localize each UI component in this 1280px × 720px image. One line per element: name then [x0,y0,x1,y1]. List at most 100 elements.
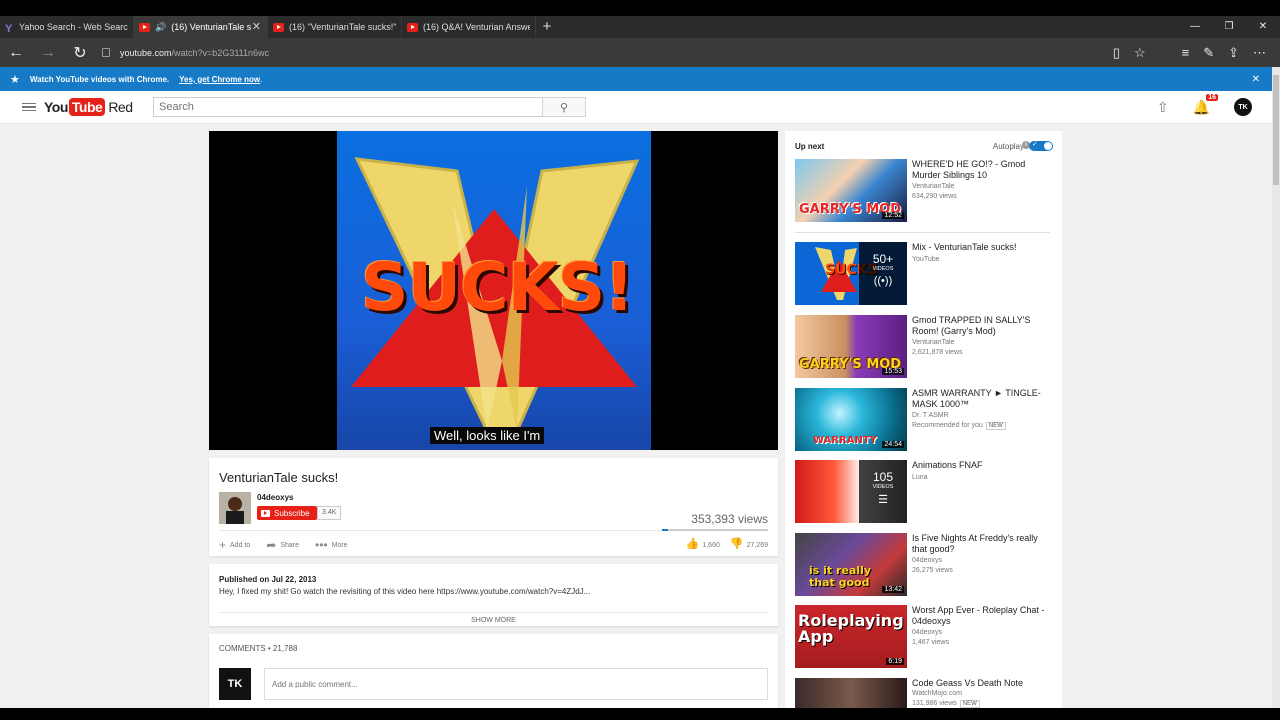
tab-venturiantale-video[interactable]: 🔊 (16) VenturianTale s ✕ [134,16,268,38]
page-scrollbar[interactable] [1272,67,1280,720]
get-chrome-link[interactable]: Yes, get Chrome now [179,75,260,84]
playlist-count: 105 [872,470,894,484]
more-button[interactable]: ••• More [315,538,348,552]
comment-input[interactable] [264,668,768,700]
search-input[interactable] [153,97,543,117]
related-video-item[interactable]: GARRY'S MOD 12:52 WHERE'D HE GO!? - Gmod… [795,159,1050,222]
channel-name[interactable]: 04deoxys [257,493,293,502]
related-channel: VenturianTale [912,339,955,346]
video-description: Hey, I fixed my shit! Go watch the revis… [219,587,591,596]
scrollbar-thumb[interactable] [1273,75,1279,185]
subscribe-label: Subscribe [274,508,310,518]
add-to-button[interactable]: + Add to [219,538,250,552]
reading-view-icon[interactable]: ▯ [1113,45,1120,61]
publish-date: Published on Jul 22, 2013 [219,575,317,584]
related-title[interactable]: Animations FNAF [912,460,1050,471]
address-bar: ← → ↻ youtube.com/watch?v=b2G3111n6wc ▯ … [0,38,1280,67]
youtube-icon [273,22,284,32]
related-video-item[interactable]: is it really that good 13:42 Is Five Nig… [795,533,1050,596]
subscribe-button[interactable]: Subscribe [257,506,317,520]
close-tab-icon[interactable]: ✕ [252,20,261,33]
dislike-button[interactable]: 👎 27,269 [730,537,768,550]
video-thumbnail[interactable]: GARRY'S MOD 15:53 [795,315,907,378]
share-icon[interactable]: ⇪ [1228,45,1239,61]
logo-tube: Tube [68,98,106,116]
url-field[interactable]: youtube.com/watch?v=b2G3111n6wc [102,48,269,58]
video-actions: + Add to ➦ Share ••• More [219,538,348,552]
account-avatar[interactable]: TK [1234,98,1252,116]
related-channel: VenturianTale [912,183,955,190]
search-button[interactable]: ⚲ [542,97,586,117]
more-icon[interactable]: ⋯ [1253,45,1266,61]
hub-icon[interactable]: ≡ [1182,45,1190,61]
related-title[interactable]: Gmod TRAPPED IN SALLY'S Room! (Garry's M… [912,315,1050,337]
description-card: Published on Jul 22, 2013 Hey, I fixed m… [209,564,778,626]
web-note-icon[interactable]: ✎ [1203,45,1214,61]
like-button[interactable]: 👍 1,660 [686,537,720,550]
video-thumbnail[interactable]: GARRY'S MOD 12:52 [795,159,907,222]
minimize-button[interactable]: — [1178,16,1212,38]
refresh-button[interactable]: ↻ [64,43,96,63]
related-video-item[interactable]: GARRY'S MOD 15:53 Gmod TRAPPED IN SALLY'… [795,315,1050,378]
back-button[interactable]: ← [0,44,32,62]
youtube-icon [261,509,270,517]
related-channel: 04deoxys [912,629,942,636]
tab-yahoo-search[interactable]: Y Yahoo Search - Web Search [0,16,134,38]
video-thumbnail[interactable]: WARRANTY 24:54 [795,388,907,451]
tab-venturiantale-sucks[interactable]: (16) "VenturianTale sucks!" ( [268,16,402,38]
related-video-item[interactable]: SUCKS 50+ VIDEOS ((•)) Mix - VenturianTa… [795,242,1050,305]
guide-menu-icon[interactable] [22,102,36,112]
related-video-item[interactable]: Roleplaying App 6:19 Worst App Ever - Ro… [795,605,1050,668]
related-channel: 04deoxys [912,557,942,564]
close-window-button[interactable]: ✕ [1246,16,1280,38]
forward-button[interactable]: → [32,44,64,62]
speaker-icon[interactable]: 🔊 [155,22,166,33]
tab-qa-venturian[interactable]: (16) Q&A! Venturian Answe [402,16,536,38]
toolbar-spacer [1160,45,1168,61]
window-top-edge [0,0,1280,16]
video-thumbnail[interactable]: is it really that good 13:42 [795,533,907,596]
related-title[interactable]: Is Five Nights At Freddy's really that g… [912,533,1050,555]
upload-icon[interactable]: ⇧ [1157,99,1169,116]
youtube-icon [407,22,418,32]
notifications-bell-icon[interactable]: 🔔 16 [1193,93,1218,116]
youtube-header: You Tube Red ⚲ ⇧ 🔔16 TK [0,91,1272,124]
video-thumbnail[interactable]: 105 VIDEOS ☰ [795,460,907,523]
share-button[interactable]: ➦ Share [266,538,299,552]
video-info-card: VenturianTale sucks! 04deoxys Subscribe … [209,458,778,556]
video-thumbnail[interactable]: SUCKS 50+ VIDEOS ((•)) [795,242,907,305]
video-thumbnail[interactable]: Roleplaying App 6:19 [795,605,907,668]
favorite-star-icon[interactable]: ☆ [1134,45,1146,61]
youtube-red-logo[interactable]: You Tube Red [44,98,133,116]
related-video-item[interactable]: Code Geass Vs Death Note WatchMojo.com 1… [795,678,1050,708]
new-badge: NEW [985,422,1006,430]
subscriber-count: 3.4K [317,506,342,520]
related-title[interactable]: WHERE'D HE GO!? - Gmod Murder Siblings 1… [912,159,1050,181]
related-channel: WatchMojo.com [912,690,962,697]
like-ratio-fill [662,529,669,531]
new-tab-button[interactable]: + [536,16,558,38]
related-video-item[interactable]: WARRANTY 24:54 ASMR WARRANTY ► TINGLE-MA… [795,388,1050,451]
tab-title: (16) Q&A! Venturian Answe [423,22,530,32]
related-title[interactable]: Code Geass Vs Death Note [912,678,1050,689]
related-views: 634,290 views [912,193,957,200]
video-player[interactable]: SUCKS! Well, looks like I'm [209,131,778,450]
related-video-item[interactable]: 105 VIDEOS ☰ Animations FNAF Luna [795,460,1050,523]
autoplay-toggle[interactable]: ✓ [1029,141,1053,151]
tab-title: Yahoo Search - Web Search [19,22,128,32]
close-banner-icon[interactable]: ✕ [1252,74,1260,85]
restore-button[interactable]: ❐ [1212,16,1246,38]
window-controls: — ❐ ✕ [1178,16,1280,38]
channel-avatar[interactable] [219,492,251,524]
related-views: 2,621,878 views [912,349,963,356]
video-frame: SUCKS! [337,131,651,450]
show-more-button[interactable]: SHOW MORE [219,612,768,624]
related-views: 26,275 views [912,567,953,574]
video-thumbnail[interactable] [795,678,907,708]
related-title[interactable]: Worst App Ever - Roleplay Chat - 04deoxy… [912,605,1050,627]
related-title[interactable]: Mix - VenturianTale sucks! [912,242,1050,253]
up-next-sidebar: Up next Autoplay i ✓ GARRY'S MOD 12:52 W… [785,131,1062,708]
related-title[interactable]: ASMR WARRANTY ► TINGLE-MASK 1000™ [912,388,1050,410]
plus-icon: + [219,538,227,552]
comments-header: COMMENTS • 21,788 [219,644,298,653]
